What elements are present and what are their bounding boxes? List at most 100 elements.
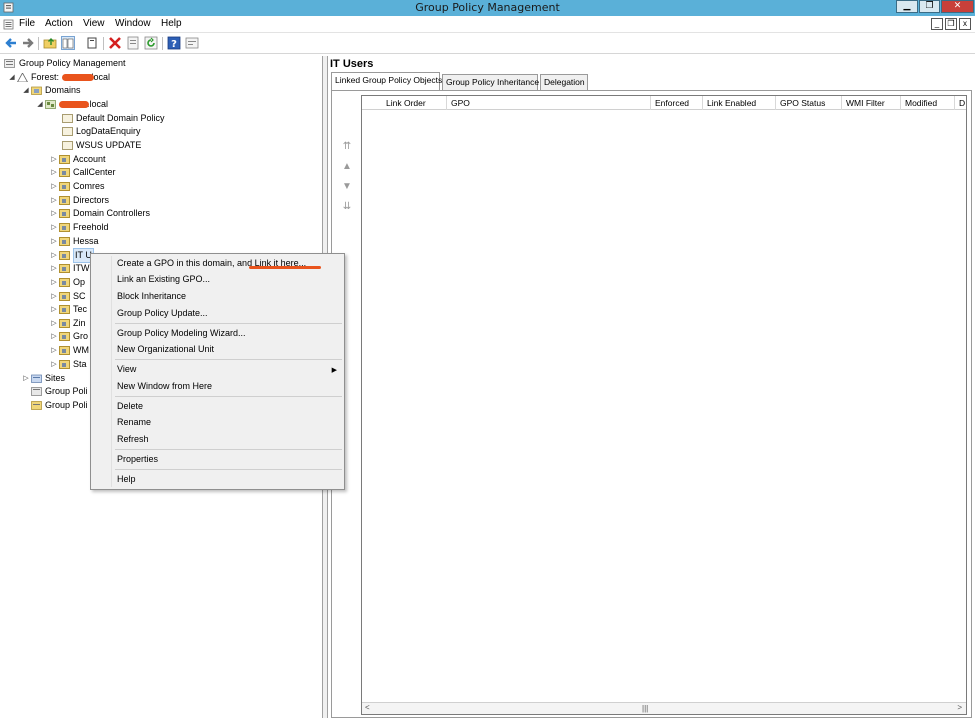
move-down-icon[interactable]: ▼: [340, 181, 354, 193]
expand-arrow-icon[interactable]: ▷: [50, 262, 58, 275]
menu-item-link-existing-gpo[interactable]: Link an Existing GPO...: [117, 274, 210, 284]
mdi-minimize-button[interactable]: _: [931, 18, 943, 30]
menu-item-modeling-wizard[interactable]: Group Policy Modeling Wizard...: [117, 328, 246, 338]
expand-arrow-icon[interactable]: ▷: [50, 235, 58, 248]
menu-item-rename[interactable]: Rename: [117, 417, 151, 427]
collapse-arrow-icon[interactable]: ◢: [36, 98, 44, 111]
menu-item-new-ou[interactable]: New Organizational Unit: [117, 344, 214, 354]
expand-arrow-icon[interactable]: ▷: [50, 344, 58, 357]
expand-arrow-icon[interactable]: ▷: [50, 303, 58, 316]
scroll-left-icon[interactable]: <: [365, 703, 370, 712]
tree-label: LogDataEnquiry: [76, 126, 141, 136]
expand-arrow-icon[interactable]: ▷: [50, 166, 58, 179]
menu-separator: [115, 359, 342, 360]
title-bar: Group Policy Management ▁ ❐ ✕: [0, 0, 975, 16]
system-menu-icon[interactable]: [3, 19, 14, 30]
window-title: Group Policy Management: [415, 1, 560, 14]
scroll-thumb[interactable]: |||: [642, 704, 648, 713]
move-up-icon[interactable]: ▲: [340, 161, 354, 173]
collapse-arrow-icon[interactable]: ◢: [8, 71, 16, 84]
collapse-arrow-icon[interactable]: ◢: [22, 84, 30, 97]
menu-separator: [115, 323, 342, 324]
tree-label: Gro: [73, 331, 89, 341]
tree-label: Domains: [45, 85, 81, 95]
tree-label: Op: [73, 277, 86, 287]
col-modified[interactable]: Modified: [901, 96, 955, 110]
menu-view[interactable]: View: [83, 18, 105, 29]
tree-label: Default Domain Policy: [76, 113, 165, 123]
horizontal-scrollbar[interactable]: < ||| >: [362, 702, 966, 714]
menu-bar: File Action View Window Help _ ❐ x: [0, 16, 975, 33]
menu-item-refresh[interactable]: Refresh: [117, 434, 149, 444]
toolbar-separator: [38, 37, 39, 50]
expand-arrow-icon[interactable]: ▷: [50, 317, 58, 330]
tree-label: Sta: [73, 359, 87, 369]
menu-action[interactable]: Action: [45, 18, 73, 29]
tab-inheritance[interactable]: Group Policy Inheritance: [442, 74, 539, 90]
col-enforced[interactable]: Enforced: [651, 96, 703, 110]
menu-separator: [115, 469, 342, 470]
expand-arrow-icon[interactable]: ▷: [50, 153, 58, 166]
expand-arrow-icon[interactable]: ▷: [50, 330, 58, 343]
show-hide-console-tree-icon[interactable]: [61, 36, 75, 50]
annotation-underline: [249, 266, 321, 269]
menu-item-properties[interactable]: Properties: [117, 454, 158, 464]
ou-folder-icon: [59, 264, 70, 273]
close-button[interactable]: ✕: [941, 0, 974, 13]
menu-item-help[interactable]: Help: [117, 474, 136, 484]
menu-item-delete[interactable]: Delete: [117, 401, 143, 411]
menu-item-gp-update[interactable]: Group Policy Update...: [117, 308, 208, 318]
expand-arrow-icon[interactable]: ▷: [22, 372, 30, 385]
ou-folder-icon: [59, 346, 70, 355]
menu-item-new-window[interactable]: New Window from Here: [117, 381, 212, 391]
folder-up-icon[interactable]: [43, 36, 57, 50]
expand-arrow-icon[interactable]: ▷: [50, 276, 58, 289]
expand-arrow-icon[interactable]: ▷: [50, 180, 58, 193]
col-link-enabled[interactable]: Link Enabled: [703, 96, 776, 110]
expand-arrow-icon[interactable]: ▷: [50, 290, 58, 303]
scroll-right-icon[interactable]: >: [957, 703, 962, 712]
col-gpo[interactable]: GPO: [447, 96, 651, 110]
forward-arrow-icon[interactable]: [21, 36, 35, 50]
menu-help[interactable]: Help: [161, 18, 182, 29]
tab-delegation[interactable]: Delegation: [540, 74, 588, 90]
col-gpo-status[interactable]: GPO Status: [776, 96, 842, 110]
tab-content: ⇈ ▲ ▼ ⇊ Link Order GPO Enforced Link Ena…: [331, 90, 972, 718]
menu-file[interactable]: File: [19, 18, 35, 29]
mdi-restore-button[interactable]: ❐: [945, 18, 957, 30]
move-to-top-icon[interactable]: ⇈: [340, 141, 354, 153]
submenu-arrow-icon: ▶: [331, 367, 337, 374]
expand-arrow-icon[interactable]: ▷: [50, 221, 58, 234]
menu-item-block-inheritance[interactable]: Block Inheritance: [117, 291, 186, 301]
tab-linked-gpos[interactable]: Linked Group Policy Objects: [331, 72, 442, 90]
maximize-button[interactable]: ❐: [919, 0, 940, 13]
ou-folder-icon: [59, 182, 70, 191]
tree-label: Zin: [73, 318, 86, 328]
help-icon[interactable]: ?: [167, 36, 181, 50]
toolbar-separator: [103, 37, 104, 50]
col-domain[interactable]: D: [955, 96, 966, 110]
minimize-button[interactable]: ▁: [896, 0, 918, 13]
properties-icon[interactable]: [126, 36, 140, 50]
ou-folder-icon: [59, 251, 70, 260]
menu-window[interactable]: Window: [115, 18, 151, 29]
mdi-close-button[interactable]: x: [959, 18, 971, 30]
gpo-link-icon: [62, 114, 73, 123]
expand-arrow-icon[interactable]: ▷: [50, 249, 58, 262]
copy-icon[interactable]: [85, 36, 99, 50]
expand-arrow-icon[interactable]: ▷: [50, 194, 58, 207]
gpo-link-icon: [62, 141, 73, 150]
delete-icon[interactable]: [108, 36, 122, 50]
sites-icon: [31, 374, 42, 383]
expand-arrow-icon[interactable]: ▷: [50, 207, 58, 220]
expand-arrow-icon[interactable]: ▷: [50, 358, 58, 371]
refresh-icon[interactable]: [144, 36, 158, 50]
back-arrow-icon[interactable]: [4, 36, 18, 50]
col-wmi-filter[interactable]: WMI Filter: [842, 96, 901, 110]
export-list-icon[interactable]: [185, 36, 199, 50]
menu-item-view[interactable]: View: [117, 364, 136, 374]
ou-folder-icon: [59, 332, 70, 341]
col-link-order[interactable]: Link Order: [362, 96, 447, 110]
modeling-icon: [31, 387, 42, 396]
move-to-bottom-icon[interactable]: ⇊: [340, 201, 354, 213]
